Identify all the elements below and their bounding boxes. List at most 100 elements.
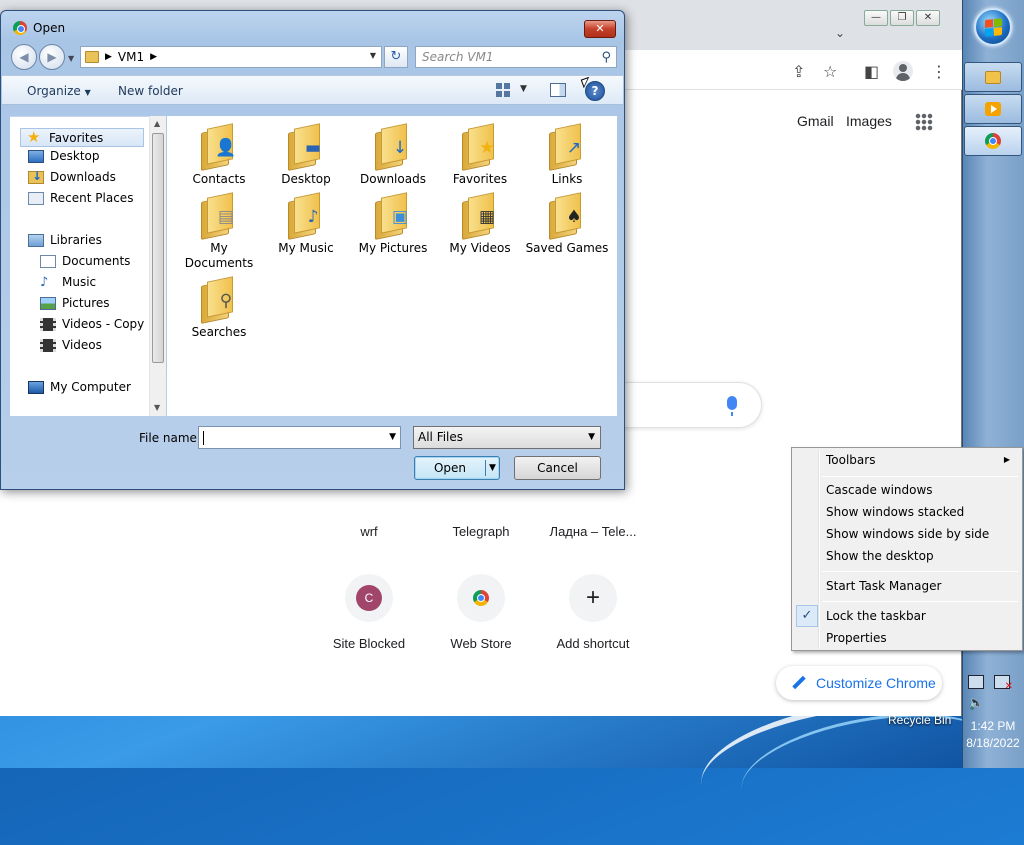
close-button[interactable]: ✕ [916, 10, 940, 26]
nav-item-label: Downloads [50, 170, 116, 184]
recent-pages-dropdown[interactable]: ▼ [68, 54, 74, 63]
google-apps-icon[interactable] [915, 113, 933, 131]
volume-icon[interactable]: 🔈 [968, 697, 984, 711]
folder-item[interactable]: ▤ My Documents [176, 192, 262, 271]
folder-item[interactable]: ♠ Saved Games [524, 192, 610, 256]
refresh-button[interactable]: ↻ [384, 46, 408, 68]
folder-item[interactable]: ⚲ Searches [176, 276, 262, 340]
share-icon[interactable]: ⇪ [792, 62, 805, 81]
file-name-input[interactable]: ▼ [198, 426, 401, 449]
taskbar-clock[interactable]: 1:42 PM 8/18/2022 [964, 718, 1022, 752]
chrome-menu-icon[interactable]: ⋮ [931, 62, 947, 81]
address-dropdown-icon[interactable]: ▼ [370, 51, 376, 60]
organize-button[interactable]: Organize ▼ [27, 84, 91, 98]
add-shortcut-tile[interactable]: + Add shortcut [537, 574, 649, 651]
menu-item-show-the-desktop[interactable]: Show the desktop [826, 545, 1016, 567]
taskbar-button-chrome[interactable] [964, 126, 1022, 156]
scrollbar-thumb[interactable] [152, 133, 164, 363]
file-type-select[interactable]: All Files ▼ [413, 426, 601, 449]
profile-avatar-icon[interactable] [893, 61, 913, 81]
nav-item-recent-places[interactable]: Recent Places [28, 191, 133, 205]
folder-item[interactable]: ↗ Links [524, 123, 610, 187]
side-panel-icon[interactable]: ◧ [864, 62, 879, 81]
contacts-folder-icon: 👤 [197, 123, 241, 171]
menu-separator [822, 476, 1018, 477]
folder-item[interactable]: ↓ Downloads [350, 123, 436, 187]
tab-search-chevron-icon[interactable]: ⌄ [835, 26, 845, 40]
maximize-button[interactable]: ❐ [890, 10, 914, 26]
folder-item[interactable]: ★ Favorites [437, 123, 523, 187]
forward-button[interactable]: ▶ [39, 44, 65, 70]
network-disconnected-icon[interactable] [994, 675, 1013, 692]
folder-item[interactable]: ▦ My Videos [437, 192, 523, 256]
voice-search-mic-icon[interactable] [727, 396, 737, 416]
view-options-dropdown[interactable]: ▼ [520, 84, 527, 94]
bookmark-star-icon[interactable]: ☆ [823, 62, 837, 81]
folder-label: Saved Games [525, 241, 609, 255]
pencil-icon [792, 676, 806, 690]
shortcut-icon-circle [457, 574, 505, 622]
folder-item[interactable]: ▣ My Pictures [350, 192, 436, 256]
menu-item-lock-the-taskbar[interactable]: Lock the taskbar [826, 605, 1016, 627]
nav-item-music[interactable]: ♪ Music [40, 275, 96, 289]
navigation-scrollbar[interactable]: ▲ ▼ [149, 116, 166, 416]
taskbar-button-media-player[interactable] [964, 94, 1022, 124]
images-link[interactable]: Images [846, 113, 892, 129]
nav-item-downloads[interactable]: Downloads [28, 169, 116, 184]
address-bar[interactable]: ▶ VM1 ▶ ▼ [80, 46, 382, 68]
nav-item-documents[interactable]: Documents [40, 254, 130, 268]
gmail-link[interactable]: Gmail [797, 113, 834, 129]
nav-item-libraries[interactable]: Libraries [28, 233, 102, 247]
breadcrumb-arrow-icon[interactable]: ▶ [150, 52, 157, 62]
start-button[interactable] [974, 8, 1012, 46]
search-input[interactable]: Search VM1 ⚲ [415, 46, 617, 68]
nav-item-videos-copy[interactable]: Videos - Copy [40, 317, 144, 331]
music-folder-icon: ♪ [284, 192, 328, 240]
scroll-down-arrow-icon[interactable]: ▼ [154, 403, 160, 412]
folder-item[interactable]: ▬ Desktop [263, 123, 349, 187]
shortcut-tile[interactable]: C Site Blocked [313, 574, 425, 651]
nav-item-my-computer[interactable]: My Computer [28, 380, 131, 394]
desktop-icon [28, 149, 44, 163]
menu-item-start-task-manager[interactable]: Start Task Manager [826, 575, 1016, 597]
back-button[interactable]: ◀ [11, 44, 37, 70]
nav-item-label: Recent Places [50, 191, 134, 205]
organize-label: Organize [27, 84, 81, 98]
menu-item-toolbars[interactable]: Toolbars ▶ [826, 449, 1016, 471]
shortcut-label: Web Store [450, 636, 512, 651]
minimize-button[interactable]: — [864, 10, 888, 26]
shortcut-tile[interactable]: wrf [313, 490, 425, 539]
folder-item[interactable]: 👤 Contacts [176, 123, 262, 187]
change-view-icon[interactable] [496, 83, 510, 97]
folder-icon [985, 70, 1001, 84]
customize-chrome-button[interactable]: Customize Chrome [776, 666, 942, 700]
breadcrumb-vm1[interactable]: VM1 [118, 50, 144, 64]
open-options-dropdown-icon[interactable]: ▼ [489, 458, 496, 478]
file-name-dropdown-icon[interactable]: ▼ [389, 432, 396, 442]
system-tray-volume: 🔈 [968, 697, 1020, 711]
menu-item-cascade-windows[interactable]: Cascade windows [826, 479, 1016, 501]
menu-item-label: Toolbars [826, 453, 876, 467]
menu-item-show-windows-stacked[interactable]: Show windows stacked [826, 501, 1016, 523]
menu-item-properties[interactable]: Properties [826, 627, 1016, 649]
preview-pane-icon[interactable] [550, 83, 566, 97]
cancel-button[interactable]: Cancel [514, 456, 601, 480]
new-folder-button[interactable]: New folder [118, 84, 183, 98]
nav-item-favorites[interactable]: ★ Favorites [20, 128, 145, 147]
shortcut-tile[interactable]: Ладна – Tele... [537, 490, 649, 539]
submenu-arrow-icon: ▶ [1003, 455, 1010, 464]
breadcrumb-arrow-icon[interactable]: ▶ [105, 52, 112, 62]
network-icon[interactable] [968, 675, 984, 689]
nav-item-pictures[interactable]: Pictures [40, 296, 110, 310]
taskbar-button-explorer[interactable] [964, 62, 1022, 92]
folder-item[interactable]: ♪ My Music [263, 192, 349, 256]
dialog-close-button[interactable]: ✕ [584, 20, 616, 38]
shortcut-tile[interactable]: Telegraph [425, 490, 537, 539]
open-button[interactable]: Open ▼ [414, 456, 500, 480]
nav-item-videos[interactable]: Videos [40, 338, 102, 352]
command-bar [2, 75, 623, 105]
nav-item-desktop[interactable]: Desktop [28, 149, 100, 163]
shortcut-tile[interactable]: Web Store [425, 574, 537, 651]
scroll-up-arrow-icon[interactable]: ▲ [154, 119, 160, 128]
menu-item-show-windows-side-by-side[interactable]: Show windows side by side [826, 523, 1016, 545]
